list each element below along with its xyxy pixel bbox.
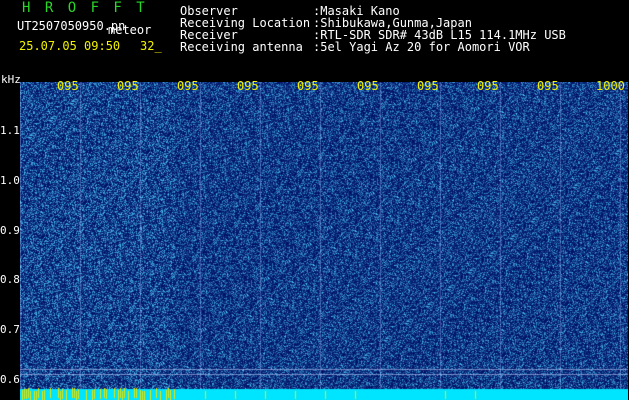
capture-seconds: 32_ — [140, 39, 162, 53]
y-tick: 0.6 — [0, 373, 20, 386]
spectrogram-canvas — [20, 82, 628, 400]
x-tick: 095 — [297, 79, 319, 93]
spectrogram — [20, 82, 628, 400]
antenna-value: :5el Yagi Az 20 for Aomori VOR — [313, 40, 530, 54]
antenna-label: Receiving antenna — [180, 40, 303, 54]
y-tick: 0.7 — [0, 323, 20, 336]
y-tick: 1.1 — [0, 124, 20, 137]
x-tick: 1000 — [596, 79, 625, 93]
x-tick: 095 — [117, 79, 139, 93]
x-tick: 095 — [537, 79, 559, 93]
x-tick: 095 — [237, 79, 259, 93]
capture-tag: meteor — [108, 23, 152, 37]
y-tick: 0.9 — [0, 224, 20, 237]
x-tick: 095 — [417, 79, 439, 93]
y-tick: 1.0 — [0, 174, 20, 187]
x-tick: 095 — [357, 79, 379, 93]
frequency-unit: kHz — [1, 73, 21, 86]
brand-title: H R O F F T — [22, 0, 148, 16]
x-tick: 095 — [177, 79, 199, 93]
y-tick: 0.8 — [0, 273, 20, 286]
x-tick: 095 — [477, 79, 499, 93]
capture-datetime: 25.07.05 09:50 — [19, 39, 121, 53]
x-tick: 095 — [57, 79, 79, 93]
